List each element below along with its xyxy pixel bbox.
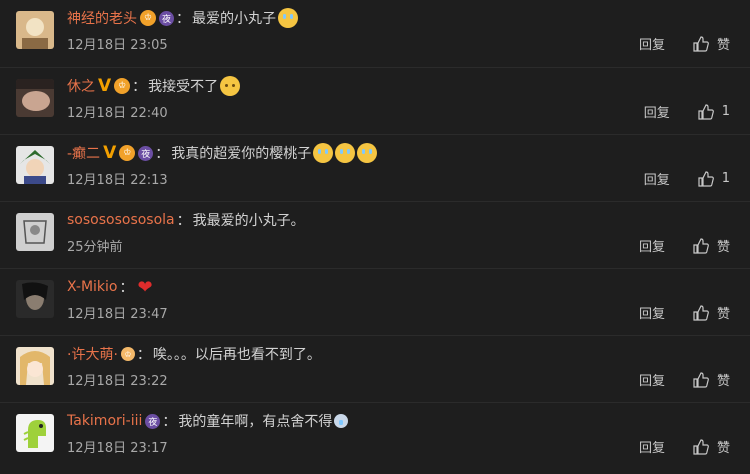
- comment-item: X-Mikio ： ❤ 12月18日 23:47 回复 赞: [0, 268, 750, 335]
- comment-text: 我的童年啊，有点舍不得: [178, 414, 333, 430]
- like-button[interactable]: 赞: [693, 437, 730, 456]
- like-label: 赞: [716, 38, 730, 53]
- comment-item: Takimori-iii 夜 ： 我的童年啊，有点舍不得 12月18日 23:1…: [0, 402, 750, 474]
- comment-item: -癫二 V ♔ 夜 ： 我真的超爱你的樱桃子 12月18日 22:13 回复 1: [0, 134, 750, 201]
- avatar[interactable]: [16, 146, 54, 184]
- reply-button[interactable]: 回复: [644, 102, 670, 121]
- heart-icon: ❤: [137, 276, 153, 298]
- night-badge-icon[interactable]: 夜: [138, 145, 154, 161]
- avatar[interactable]: [16, 11, 54, 49]
- like-button[interactable]: 赞: [693, 303, 730, 322]
- username[interactable]: ·许大萌·: [67, 344, 118, 364]
- avatar[interactable]: [16, 414, 54, 452]
- comment-time: 12月18日 23:47: [67, 307, 168, 322]
- comment-time: 12月18日 23:05: [67, 38, 168, 53]
- thumbs-up-icon: [693, 438, 709, 455]
- avatar[interactable]: [16, 213, 54, 251]
- like-label: 赞: [716, 307, 730, 322]
- crying-emoji-icon: [335, 143, 356, 163]
- thumbs-up-icon: [693, 371, 709, 388]
- like-label: 赞: [716, 441, 730, 456]
- comment-time: 25分钟前: [67, 240, 123, 255]
- reply-button[interactable]: 回复: [639, 303, 665, 322]
- comment-item: 休之 V ♔ ： 我接受不了 12月18日 22:40 回复 1: [0, 67, 750, 134]
- reply-button[interactable]: 回复: [639, 437, 665, 456]
- crying-emoji-icon: [278, 8, 298, 28]
- like-button[interactable]: 1: [698, 170, 730, 187]
- thumbs-up-icon: [693, 35, 709, 52]
- speechless-emoji-icon: [220, 76, 241, 96]
- comment-time: 12月18日 22:13: [67, 173, 168, 188]
- night-badge-icon[interactable]: 夜: [159, 10, 174, 26]
- username[interactable]: Takimori-iii: [67, 413, 142, 429]
- like-label: 赞: [716, 374, 730, 389]
- thumbs-up-icon: [698, 170, 714, 187]
- comment-time: 12月18日 23:17: [67, 441, 168, 456]
- avatar[interactable]: [16, 280, 54, 318]
- like-count: 1: [721, 104, 730, 119]
- comment-text: 我接受不了: [148, 79, 219, 95]
- username[interactable]: -癫二: [67, 143, 100, 163]
- like-count: 1: [721, 171, 730, 186]
- vip-badge-icon[interactable]: ♔: [120, 347, 135, 361]
- username[interactable]: X-Mikio: [67, 279, 117, 295]
- vip-badge-icon[interactable]: ♔: [140, 10, 156, 26]
- avatar[interactable]: [16, 347, 54, 385]
- crying-emoji-icon: [313, 143, 334, 163]
- comment-list: 神经的老头 ♔ 夜 ： 最爱的小丸子 12月18日 23:05 回复 赞 休之 …: [0, 0, 750, 474]
- comment-text: 我真的超爱你的樱桃子: [171, 146, 312, 162]
- thumbs-up-icon: [693, 237, 709, 254]
- reply-button[interactable]: 回复: [644, 169, 670, 188]
- thumbs-up-icon: [693, 304, 709, 321]
- username[interactable]: 神经的老头: [67, 8, 137, 28]
- comment-text: 最爱的小丸子: [192, 11, 276, 27]
- reply-button[interactable]: 回复: [639, 370, 665, 389]
- verified-v-icon[interactable]: V: [103, 143, 116, 163]
- like-button[interactable]: 1: [698, 103, 730, 120]
- comment-time: 12月18日 23:22: [67, 374, 168, 389]
- username[interactable]: sosososososola: [67, 212, 175, 228]
- like-button[interactable]: 赞: [693, 34, 730, 53]
- comment-text: 唉。。。以后再也看不到了。: [152, 347, 321, 363]
- night-badge-icon[interactable]: 夜: [145, 413, 161, 429]
- avatar[interactable]: [16, 79, 54, 117]
- like-button[interactable]: 赞: [693, 370, 730, 389]
- like-button[interactable]: 赞: [693, 236, 730, 255]
- comment-time: 12月18日 22:40: [67, 106, 168, 121]
- like-label: 赞: [716, 240, 730, 255]
- verified-v-icon[interactable]: V: [98, 76, 111, 96]
- thumbs-up-icon: [698, 103, 714, 120]
- reply-button[interactable]: 回复: [639, 34, 665, 53]
- vip-badge-icon[interactable]: ♔: [119, 145, 136, 161]
- username[interactable]: 休之: [67, 76, 95, 96]
- comment-text: 我最爱的小丸子。: [192, 213, 305, 229]
- reply-button[interactable]: 回复: [639, 236, 665, 255]
- vip-badge-icon[interactable]: ♔: [114, 78, 131, 94]
- crying-emoji-icon: [357, 143, 378, 163]
- comment-item: sosososososola ： 我最爱的小丸子。 25分钟前 回复 赞: [0, 201, 750, 268]
- comment-item: 神经的老头 ♔ 夜 ： 最爱的小丸子 12月18日 23:05 回复 赞: [0, 0, 750, 67]
- comment-item: ·许大萌· ♔ ： 唉。。。以后再也看不到了。 12月18日 23:22 回复 …: [0, 335, 750, 402]
- sad-emoji-icon: [334, 414, 349, 428]
